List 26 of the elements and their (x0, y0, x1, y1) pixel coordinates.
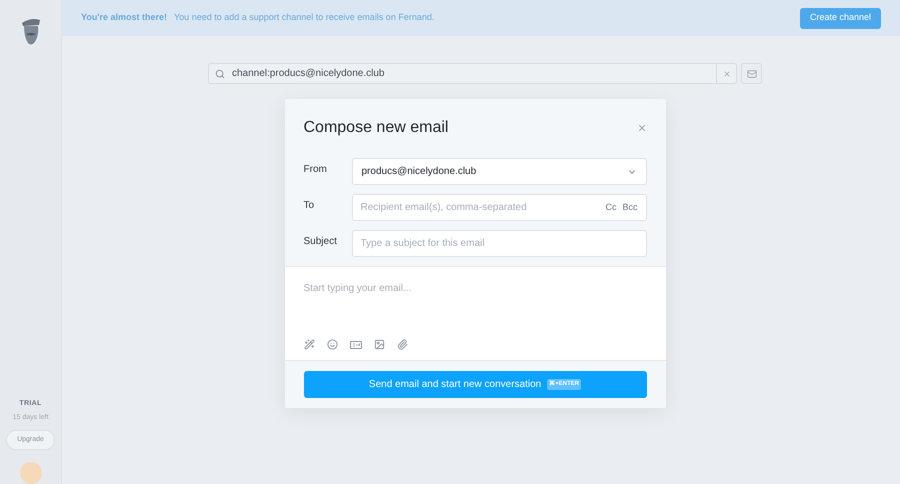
banner-message: You need to add a support channel to receive emails on Fernand. (174, 11, 434, 24)
envelope-icon (746, 68, 756, 78)
image-icon[interactable] (374, 339, 384, 350)
search-field[interactable]: channel:producs@nicelydone.club (208, 63, 737, 84)
new-email-button[interactable] (741, 63, 762, 84)
cc-button[interactable]: Cc (605, 200, 616, 214)
search-value: channel:producs@nicelydone.club (232, 67, 384, 81)
paperclip-icon[interactable] (396, 339, 408, 350)
to-label: To (304, 199, 316, 213)
banner-title: You're almost there! (81, 11, 167, 24)
subject-field[interactable]: Type a subject for this email (352, 230, 646, 257)
create-channel-button[interactable]: Create channel (800, 8, 881, 28)
close-icon (722, 70, 730, 78)
from-label: From (304, 163, 328, 177)
from-select[interactable]: producs@nicelydone.club (352, 158, 646, 185)
mascot-logo-icon (20, 17, 42, 47)
email-body-field[interactable]: Start typing your email... (304, 281, 646, 337)
search-icon (215, 68, 225, 78)
magic-wand-icon[interactable] (304, 339, 314, 350)
to-field[interactable]: Recipient email(s), comma-separated Cc Bcc (352, 194, 646, 221)
close-button[interactable] (636, 123, 646, 133)
editor-panel[interactable]: Start typing your email... (284, 266, 666, 361)
dialog-title: Compose new email (304, 118, 448, 138)
bcc-button[interactable]: Bcc (622, 200, 638, 214)
subject-label: Subject (304, 235, 338, 249)
emoji-icon[interactable] (326, 339, 338, 350)
